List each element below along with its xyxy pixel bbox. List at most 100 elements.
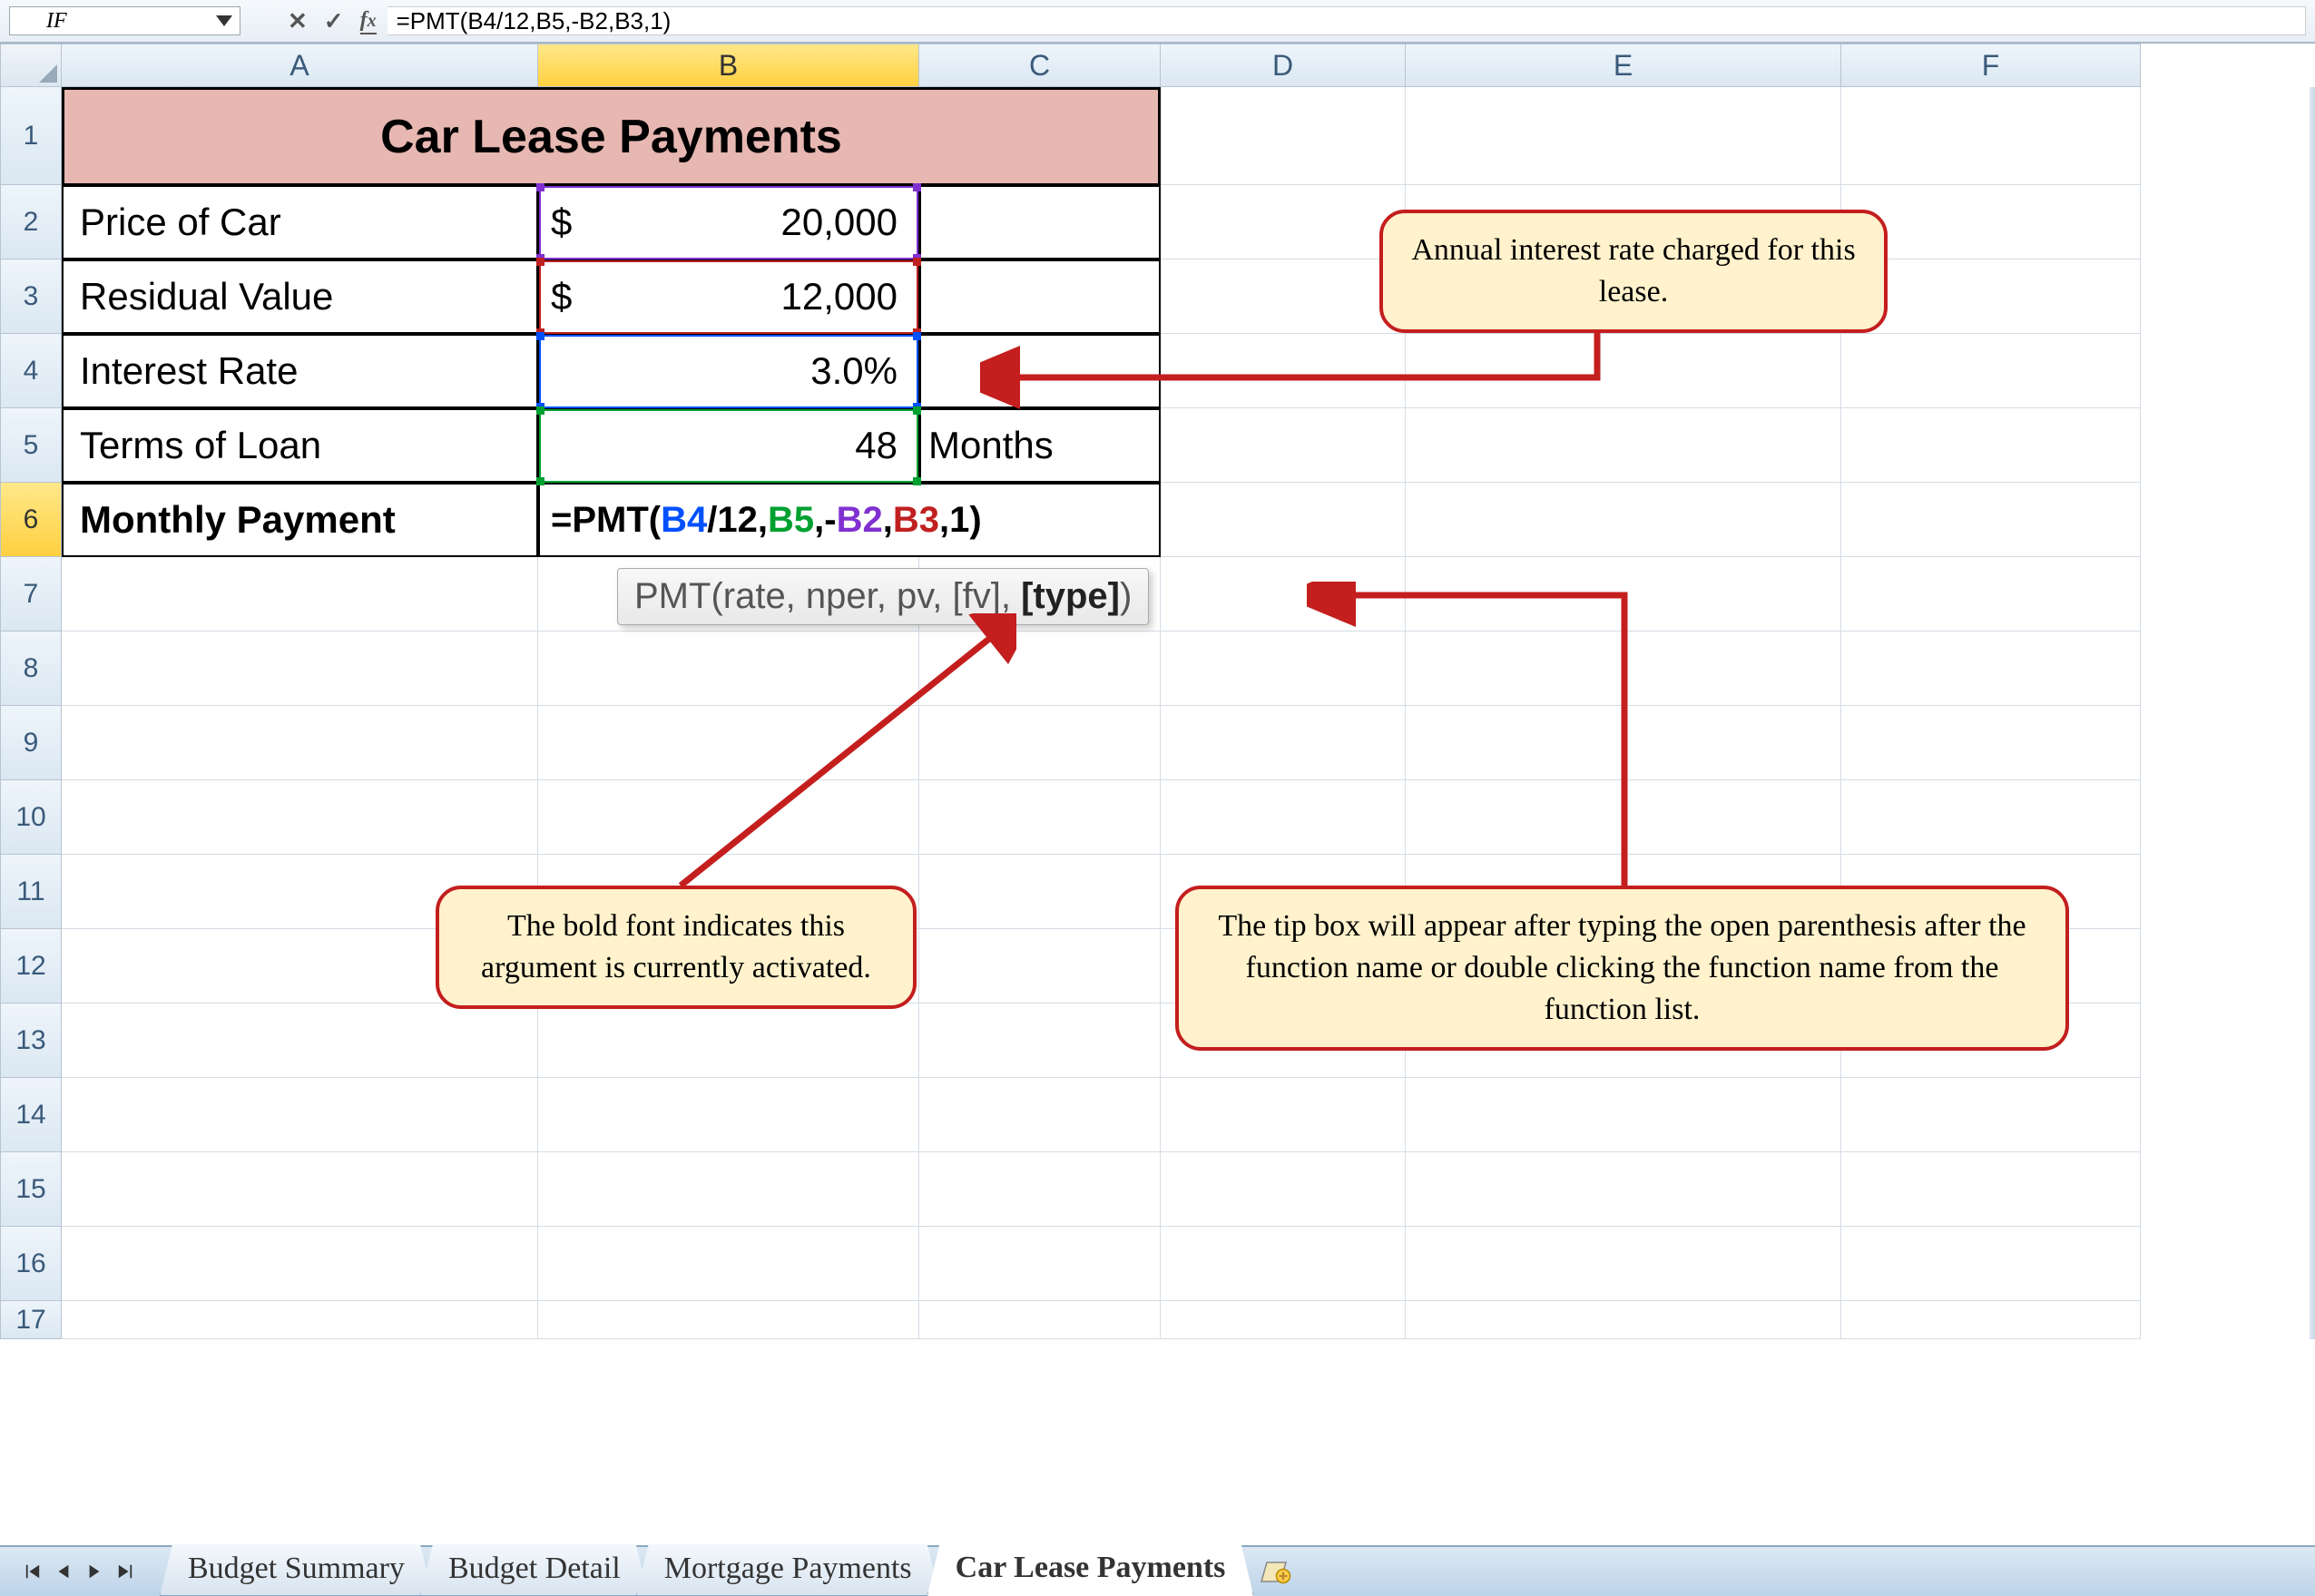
cell-D9[interactable] xyxy=(1161,706,1406,780)
col-header-F[interactable]: F xyxy=(1841,44,2141,87)
row-header-10[interactable]: 10 xyxy=(0,780,62,855)
name-box-dropdown-icon[interactable] xyxy=(216,15,232,26)
tooltip-fn-name[interactable]: PMT xyxy=(634,576,711,616)
cell-B15[interactable] xyxy=(538,1152,919,1227)
cell-B2[interactable]: $20,000 xyxy=(538,185,919,259)
cell-E6[interactable] xyxy=(1406,483,1841,557)
tab-nav-prev-icon[interactable] xyxy=(49,1557,78,1586)
row-header-6[interactable]: 6 xyxy=(0,483,62,557)
cell-B4[interactable]: 3.0% xyxy=(538,334,919,408)
cell-F6[interactable] xyxy=(1841,483,2141,557)
cell-A17[interactable] xyxy=(62,1301,538,1339)
cell-C5[interactable]: Months xyxy=(919,408,1161,483)
cell-C16[interactable] xyxy=(919,1227,1161,1301)
vertical-scrollbar-hint[interactable] xyxy=(2310,87,2315,1339)
cell-D10[interactable] xyxy=(1161,780,1406,855)
cell-A10[interactable] xyxy=(62,780,538,855)
cell-A7[interactable] xyxy=(62,557,538,632)
cell-A16[interactable] xyxy=(62,1227,538,1301)
cell-B3[interactable]: $12,000 xyxy=(538,259,919,334)
cell-E17[interactable] xyxy=(1406,1301,1841,1339)
cell-F4[interactable] xyxy=(1841,334,2141,408)
cell-B8[interactable] xyxy=(538,632,919,706)
cell-E14[interactable] xyxy=(1406,1078,1841,1152)
row-header-11[interactable]: 11 xyxy=(0,855,62,929)
row-header-16[interactable]: 16 xyxy=(0,1227,62,1301)
tab-nav-first-icon[interactable] xyxy=(18,1557,47,1586)
cell-D4[interactable] xyxy=(1161,334,1406,408)
row-header-8[interactable]: 8 xyxy=(0,632,62,706)
cell-C13[interactable] xyxy=(919,1004,1161,1078)
cell-A9[interactable] xyxy=(62,706,538,780)
cell-A2[interactable]: Price of Car xyxy=(62,185,538,259)
cell-C9[interactable] xyxy=(919,706,1161,780)
formula-input[interactable]: =PMT(B4/12,B5,-B2,B3,1) xyxy=(387,6,2306,35)
tab-budget-summary[interactable]: Budget Summary xyxy=(160,1544,433,1596)
cell-B9[interactable] xyxy=(538,706,919,780)
cell-C12[interactable] xyxy=(919,929,1161,1004)
row-header-14[interactable]: 14 xyxy=(0,1078,62,1152)
cell-F16[interactable] xyxy=(1841,1227,2141,1301)
cell-F1[interactable] xyxy=(1841,87,2141,185)
cell-D1[interactable] xyxy=(1161,87,1406,185)
tab-nav-next-icon[interactable] xyxy=(80,1557,109,1586)
row-header-15[interactable]: 15 xyxy=(0,1152,62,1227)
name-box[interactable]: IF xyxy=(9,6,240,35)
cell-B17[interactable] xyxy=(538,1301,919,1339)
row-header-9[interactable]: 9 xyxy=(0,706,62,780)
cell-A5[interactable]: Terms of Loan xyxy=(62,408,538,483)
tab-budget-detail[interactable]: Budget Detail xyxy=(420,1544,649,1596)
cell-A8[interactable] xyxy=(62,632,538,706)
cell-E8[interactable] xyxy=(1406,632,1841,706)
col-header-E[interactable]: E xyxy=(1406,44,1841,87)
cell-F14[interactable] xyxy=(1841,1078,2141,1152)
cell-F10[interactable] xyxy=(1841,780,2141,855)
cell-E4[interactable] xyxy=(1406,334,1841,408)
cell-A6[interactable]: Monthly Payment xyxy=(62,483,538,557)
row-header-7[interactable]: 7 xyxy=(0,557,62,632)
cell-C8[interactable] xyxy=(919,632,1161,706)
function-tooltip[interactable]: PMT(rate, nper, pv, [fv], [type]) xyxy=(617,568,1149,625)
cell-B6-active[interactable]: =PMT(B4/12,B5,-B2,B3,1) xyxy=(538,483,1161,557)
cell-F17[interactable] xyxy=(1841,1301,2141,1339)
cell-E15[interactable] xyxy=(1406,1152,1841,1227)
cell-E10[interactable] xyxy=(1406,780,1841,855)
row-header-1[interactable]: 1 xyxy=(0,87,62,185)
cell-F5[interactable] xyxy=(1841,408,2141,483)
cell-D5[interactable] xyxy=(1161,408,1406,483)
cell-F7[interactable] xyxy=(1841,557,2141,632)
row-header-3[interactable]: 3 xyxy=(0,259,62,334)
cell-B10[interactable] xyxy=(538,780,919,855)
cell-A13[interactable] xyxy=(62,1004,538,1078)
cell-A3[interactable]: Residual Value xyxy=(62,259,538,334)
select-all-corner[interactable] xyxy=(0,44,62,87)
row-header-13[interactable]: 13 xyxy=(0,1004,62,1078)
cell-C4[interactable] xyxy=(919,334,1161,408)
cell-B14[interactable] xyxy=(538,1078,919,1152)
cell-F8[interactable] xyxy=(1841,632,2141,706)
cell-A15[interactable] xyxy=(62,1152,538,1227)
tab-car-lease-payments[interactable]: Car Lease Payments xyxy=(927,1543,1254,1596)
cell-D3[interactable] xyxy=(1161,259,1406,334)
col-header-C[interactable]: C xyxy=(919,44,1161,87)
cell-E16[interactable] xyxy=(1406,1227,1841,1301)
cell-C11[interactable] xyxy=(919,855,1161,929)
cell-C15[interactable] xyxy=(919,1152,1161,1227)
cell-title[interactable]: Car Lease Payments xyxy=(62,87,1161,185)
cell-D6[interactable] xyxy=(1161,483,1406,557)
row-header-5[interactable]: 5 xyxy=(0,408,62,483)
cell-D17[interactable] xyxy=(1161,1301,1406,1339)
cell-F15[interactable] xyxy=(1841,1152,2141,1227)
cell-D8[interactable] xyxy=(1161,632,1406,706)
row-header-2[interactable]: 2 xyxy=(0,185,62,259)
cell-E1[interactable] xyxy=(1406,87,1841,185)
cell-C14[interactable] xyxy=(919,1078,1161,1152)
cell-D2[interactable] xyxy=(1161,185,1406,259)
cell-F9[interactable] xyxy=(1841,706,2141,780)
tab-mortgage-payments[interactable]: Mortgage Payments xyxy=(636,1544,940,1596)
cell-E5[interactable] xyxy=(1406,408,1841,483)
cell-D16[interactable] xyxy=(1161,1227,1406,1301)
row-header-17[interactable]: 17 xyxy=(0,1301,62,1339)
cell-C10[interactable] xyxy=(919,780,1161,855)
cell-B5[interactable]: 48 xyxy=(538,408,919,483)
